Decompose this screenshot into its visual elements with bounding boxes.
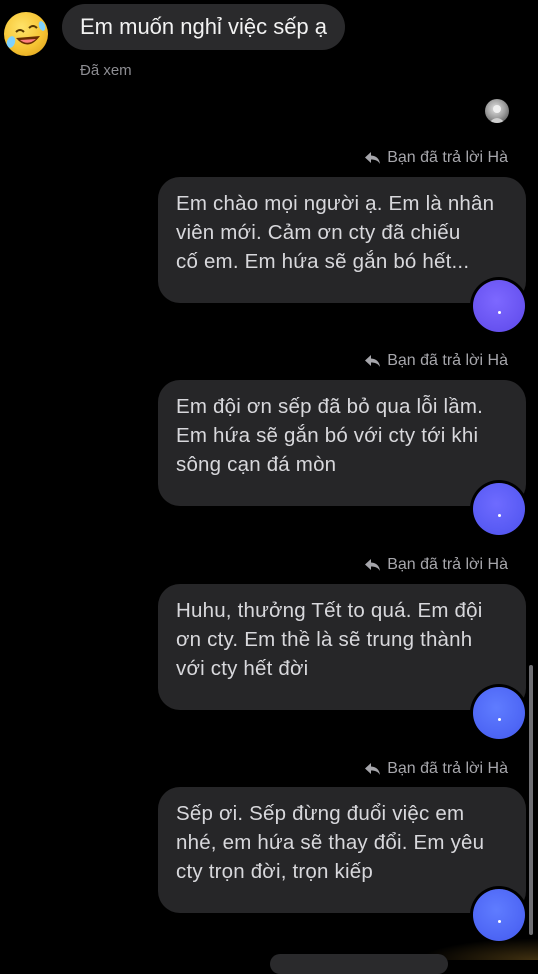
reply-arrow-icon — [365, 152, 381, 164]
received-message-bubble[interactable]: Em muốn nghỉ việc sếp ạ — [62, 4, 346, 50]
reply-indicator-label: Bạn đã trả lời Hà — [387, 760, 508, 777]
message-line: cty trọn đời, trọn kiếp — [176, 860, 373, 883]
message-line: Em đội ơn sếp đã bỏ qua lỗi lầm. — [176, 395, 484, 418]
reaction-badge[interactable] — [473, 889, 525, 941]
reaction-dot-icon — [497, 513, 501, 517]
message-line: cố em. Em hứa sẽ gắn bó hết... — [176, 250, 470, 273]
sent-message-bubble[interactable]: Em đội ơn sếp đã bỏ qua lỗi lầm. Em hứa … — [158, 380, 526, 506]
message-line: Huhu, thưởng Tết to quá. Em đội — [176, 599, 483, 622]
reaction-dot-icon — [497, 919, 501, 923]
reply-arrow-icon — [365, 559, 381, 571]
reply-indicator-label: Bạn đã trả lời Hà — [387, 352, 508, 369]
sent-message-bubble[interactable]: Huhu, thưởng Tết to quá. Em đội ơn cty. … — [158, 584, 526, 710]
sent-message-bubble[interactable]: Sếp ơi. Sếp đừng đuổi việc em nhé, em hứ… — [158, 787, 526, 913]
reply-indicator-label: Bạn đã trả lời Hà — [387, 149, 508, 166]
next-message-peek — [270, 954, 448, 974]
reaction-badge[interactable] — [473, 280, 525, 332]
reaction-badge[interactable] — [473, 687, 525, 739]
message-line: Sếp ơi. Sếp đừng đuổi việc em — [176, 802, 465, 825]
reaction-badge[interactable] — [473, 483, 525, 535]
message-line: Em chào mọi người ạ. Em là nhân — [176, 192, 495, 215]
message-line: viên mới. Cảm ơn cty đã chiếu — [176, 221, 461, 244]
rofl-face-icon — [6, 21, 46, 48]
message-line: nhé, em hứa sẽ thay đổi. Em yêu — [176, 831, 485, 854]
reply-arrow-icon — [365, 355, 381, 367]
reply-arrow-icon — [365, 763, 381, 775]
seen-avatar-icon — [485, 99, 509, 123]
message-line: với cty hết đời — [176, 657, 309, 680]
reaction-dot-icon — [497, 717, 501, 721]
message-line: sông cạn đá mòn — [176, 453, 337, 476]
message-line: ơn cty. Em thề là sẽ trung thành — [176, 628, 473, 651]
reaction-dot-icon — [497, 310, 501, 314]
scrollbar[interactable] — [529, 665, 533, 935]
reply-indicator: Bạn đã trả lời Hà — [364, 352, 508, 370]
reply-indicator: Bạn đã trả lời Hà — [364, 556, 508, 574]
received-message-text: Em muốn nghỉ việc sếp ạ — [80, 14, 328, 39]
reply-indicator-label: Bạn đã trả lời Hà — [387, 556, 508, 573]
seen-status: Đã xem — [80, 62, 132, 79]
message-line: Em hứa sẽ gắn bó với cty tới khi — [176, 424, 479, 447]
reply-indicator: Bạn đã trả lời Hà — [364, 149, 508, 167]
rofl-emoji-avatar-icon[interactable] — [4, 12, 48, 56]
reply-indicator: Bạn đã trả lời Hà — [364, 760, 508, 778]
profile-silhouette-icon — [489, 105, 505, 123]
sent-message-bubble[interactable]: Em chào mọi người ạ. Em là nhân viên mới… — [158, 177, 526, 303]
